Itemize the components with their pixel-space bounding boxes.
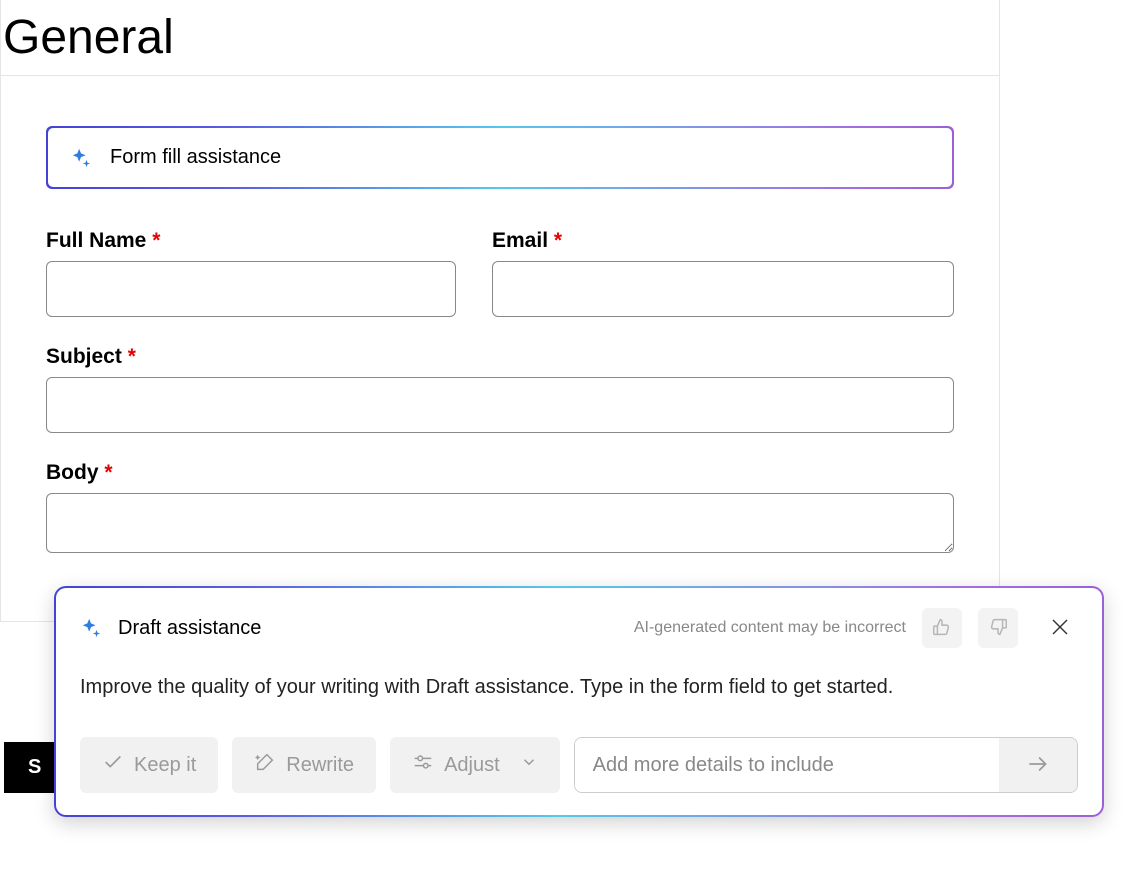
draft-assistance-panel: Draft assistance AI-generated content ma… — [54, 586, 1104, 817]
email-label: Email * — [492, 229, 954, 253]
sliders-icon — [412, 751, 434, 779]
thumbs-down-button[interactable] — [978, 608, 1018, 648]
keep-it-button[interactable]: Keep it — [80, 737, 218, 793]
chevron-down-icon — [520, 753, 538, 777]
subject-label: Subject * — [46, 345, 954, 369]
details-input[interactable] — [575, 738, 999, 792]
draft-body-text: Improve the quality of your writing with… — [80, 676, 1078, 699]
thumbs-up-icon — [931, 616, 953, 641]
ai-disclaimer: AI-generated content may be incorrect — [634, 619, 906, 637]
close-icon — [1051, 618, 1069, 639]
body-label: Body * — [46, 461, 954, 485]
form-fill-assistance-banner[interactable]: Form fill assistance — [46, 126, 954, 189]
rewrite-icon — [254, 751, 276, 779]
sparkle-icon — [70, 147, 92, 169]
thumbs-down-icon — [987, 616, 1009, 641]
arrow-right-icon — [1025, 751, 1051, 780]
adjust-button[interactable]: Adjust — [390, 737, 560, 793]
email-input[interactable] — [492, 261, 954, 317]
draft-title: Draft assistance — [118, 617, 618, 640]
sparkle-icon — [80, 617, 102, 639]
full-name-input[interactable] — [46, 261, 456, 317]
thumbs-up-button[interactable] — [922, 608, 962, 648]
subject-input[interactable] — [46, 377, 954, 433]
send-button[interactable] — [999, 738, 1077, 792]
close-button[interactable] — [1042, 610, 1078, 646]
form-fill-label: Form fill assistance — [110, 146, 281, 169]
page-title: General — [1, 0, 999, 76]
check-icon — [102, 751, 124, 779]
rewrite-button[interactable]: Rewrite — [232, 737, 376, 793]
full-name-label: Full Name * — [46, 229, 456, 253]
body-textarea[interactable] — [46, 493, 954, 553]
